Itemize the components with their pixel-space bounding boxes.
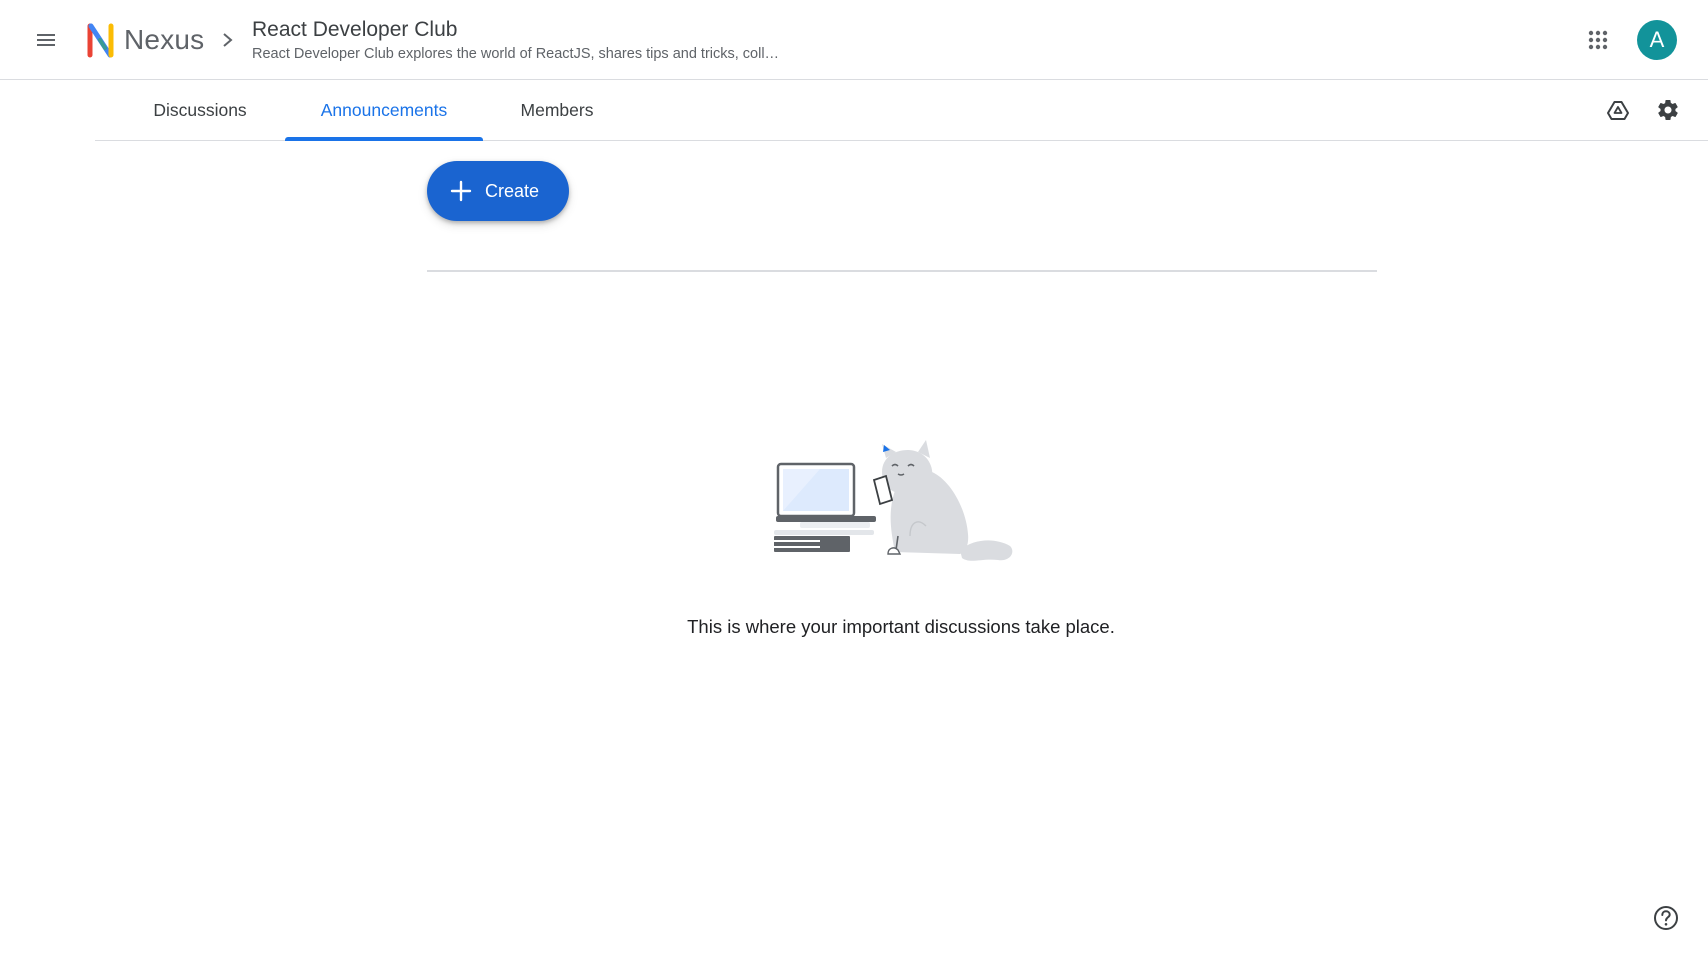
drive-icon	[1607, 101, 1629, 120]
drive-button[interactable]	[1598, 90, 1638, 130]
help-button[interactable]	[1646, 898, 1686, 938]
settings-button[interactable]	[1648, 90, 1688, 130]
create-button[interactable]: Create	[427, 161, 569, 221]
tab-label: Discussions	[153, 99, 247, 120]
tab-members[interactable]: Members	[497, 80, 617, 140]
top-app-bar: Nexus React Developer Club React Develop…	[0, 0, 1708, 80]
app-logo[interactable]: Nexus	[86, 20, 204, 60]
app-name: Nexus	[124, 24, 205, 55]
group-description: React Developer Club explores the world …	[252, 46, 780, 62]
chevron-right-icon	[223, 33, 233, 47]
tab-announcements[interactable]: Announcements	[285, 80, 483, 141]
account-avatar[interactable]: A	[1637, 20, 1677, 60]
tab-bar: Discussions Announcements Members	[95, 80, 1708, 141]
tab-discussions[interactable]: Discussions	[125, 80, 275, 140]
active-tab-indicator	[285, 137, 483, 141]
hamburger-menu-icon	[37, 34, 55, 46]
help-icon	[1654, 906, 1678, 930]
tab-label: Members	[520, 99, 594, 120]
apps-grid-icon	[1588, 30, 1608, 50]
tab-label: Announcements	[320, 99, 448, 120]
group-title[interactable]: React Developer Club	[252, 18, 457, 42]
create-label: Create	[485, 180, 540, 201]
nexus-logo-icon	[87, 23, 114, 58]
empty-state-illustration	[774, 440, 1013, 561]
empty-state-message: This is where your important discussions…	[687, 616, 1115, 637]
main-menu-button[interactable]	[26, 20, 66, 60]
apps-launcher-button[interactable]	[1578, 20, 1618, 60]
plus-icon	[450, 180, 472, 202]
content-divider	[427, 270, 1377, 272]
gear-icon	[1658, 100, 1678, 121]
